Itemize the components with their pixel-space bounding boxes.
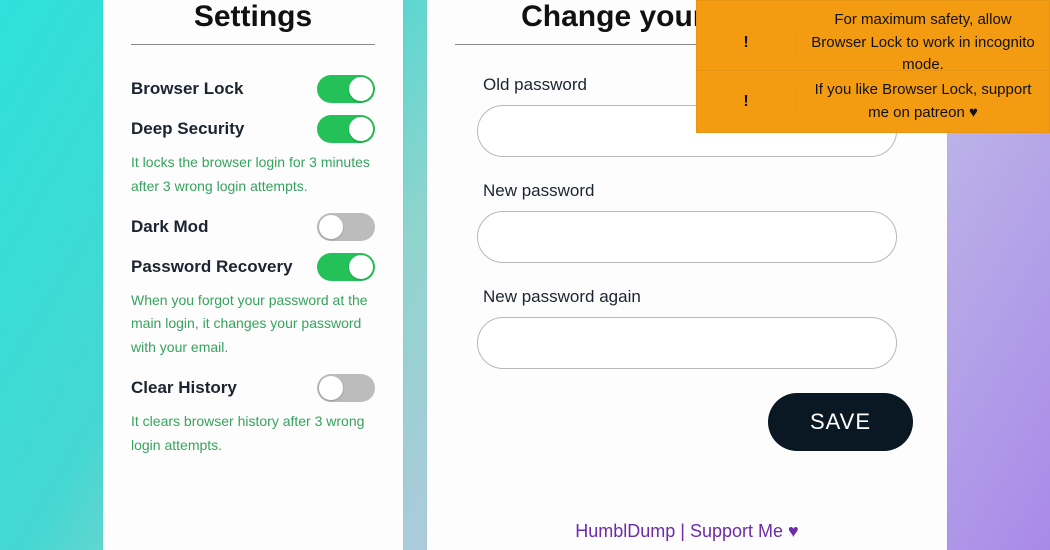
- setting-browser-lock: Browser Lock: [131, 75, 375, 103]
- toggle-password-recovery[interactable]: [317, 253, 375, 281]
- footer-link[interactable]: HumblDump | Support Me ♥: [455, 451, 919, 542]
- toast-patreon[interactable]: ! If you like Browser Lock, support me o…: [696, 70, 1050, 133]
- setting-desc: It locks the browser login for 3 minutes…: [131, 151, 375, 199]
- new-password-again-label: New password again: [483, 287, 919, 307]
- divider: [131, 44, 375, 45]
- setting-label: Dark Mod: [131, 217, 208, 237]
- settings-panel: Settings Browser Lock Deep Security It l…: [103, 0, 403, 550]
- warning-icon: !: [697, 34, 797, 52]
- setting-label: Browser Lock: [131, 79, 243, 99]
- setting-dark-mode: Dark Mod: [131, 213, 375, 241]
- toggle-deep-security[interactable]: [317, 115, 375, 143]
- warning-icon: !: [697, 93, 797, 111]
- toggle-browser-lock[interactable]: [317, 75, 375, 103]
- toggle-clear-history[interactable]: [317, 374, 375, 402]
- toast-message: If you like Browser Lock, support me on …: [797, 71, 1049, 132]
- setting-deep-security: Deep Security It locks the browser login…: [131, 115, 375, 199]
- footer-text: HumblDump | Support Me: [575, 521, 788, 541]
- setting-clear-history: Clear History It clears browser history …: [131, 374, 375, 458]
- setting-label: Clear History: [131, 378, 237, 398]
- new-password-again-input[interactable]: [477, 317, 897, 369]
- toggle-dark-mode[interactable]: [317, 213, 375, 241]
- setting-label: Deep Security: [131, 119, 244, 139]
- setting-password-recovery: Password Recovery When you forgot your p…: [131, 253, 375, 360]
- settings-title: Settings: [131, 0, 375, 34]
- setting-label: Password Recovery: [131, 257, 293, 277]
- setting-desc: When you forgot your password at the mai…: [131, 289, 375, 360]
- save-button[interactable]: SAVE: [768, 393, 913, 451]
- new-password-input[interactable]: [477, 211, 897, 263]
- heart-icon: ♥: [788, 521, 799, 541]
- setting-desc: It clears browser history after 3 wrong …: [131, 410, 375, 458]
- new-password-label: New password: [483, 181, 919, 201]
